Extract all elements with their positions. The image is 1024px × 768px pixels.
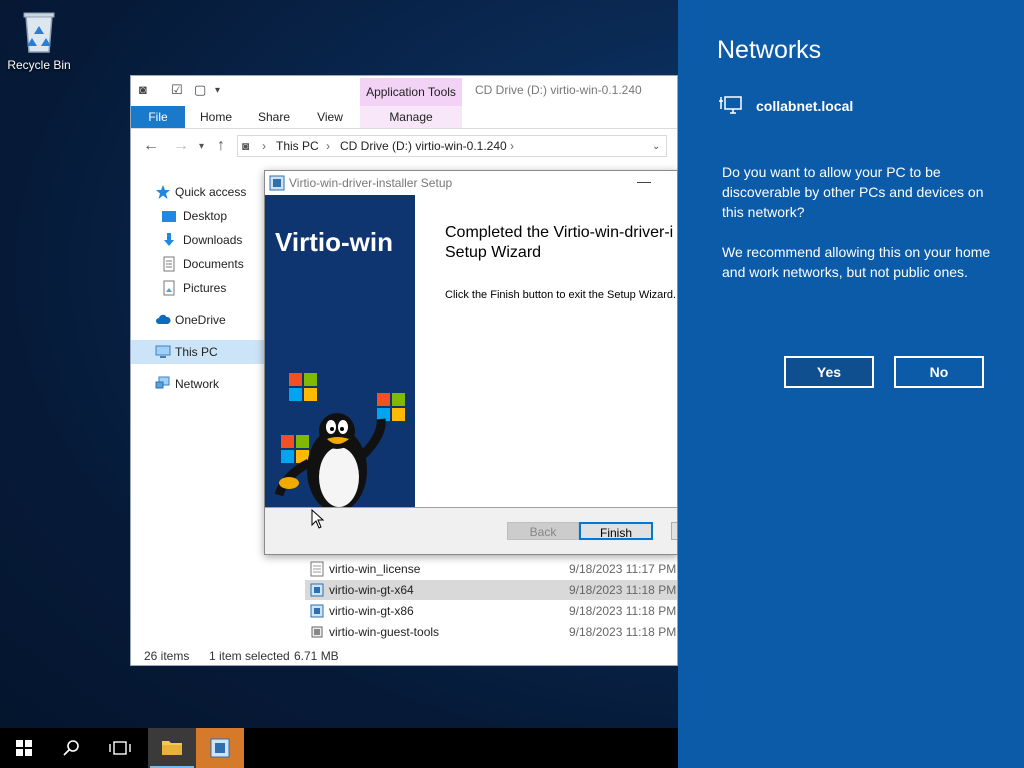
tab-manage[interactable]: Manage: [360, 106, 462, 128]
text-file-icon: [310, 561, 324, 577]
minimize-icon[interactable]: —: [637, 173, 651, 189]
recycle-bin[interactable]: Recycle Bin: [4, 6, 74, 72]
file-row-license[interactable]: virtio-win_license 9/18/2023 11:17 PM: [305, 559, 677, 579]
breadcrumb-separator-icon: ›: [262, 139, 266, 153]
address-bar[interactable]: ◙ › This PC › CD Drive (D:) virtio-win-0…: [237, 135, 667, 157]
window-title: CD Drive (D:) virtio-win-0.1.240: [475, 83, 642, 97]
recycle-bin-icon: [23, 12, 55, 53]
setup-wizard-dialog[interactable]: Virtio-win-driver-installer Setup — Virt…: [264, 170, 678, 555]
new-folder-icon[interactable]: ▢: [194, 82, 210, 98]
nav-quick-access[interactable]: Quick access: [131, 180, 265, 204]
task-view-button[interactable]: [96, 728, 144, 768]
installer-icon: [210, 738, 230, 758]
mouse-cursor-icon: [311, 509, 325, 529]
up-arrow-icon[interactable]: ↑: [217, 137, 225, 155]
file-explorer-taskbar-button[interactable]: [148, 728, 196, 768]
networks-flyout: Networks collabnet.local Do you want to …: [678, 0, 1024, 768]
discovery-question: Do you want to allow your PC to be disco…: [722, 164, 984, 220]
application-icon: [311, 626, 323, 638]
tab-share[interactable]: Share: [251, 106, 297, 128]
file-row-gt-x64[interactable]: virtio-win-gt-x64 9/18/2023 11:18 PM: [305, 580, 677, 600]
cancel-button[interactable]: [671, 522, 677, 540]
networks-title: Networks: [717, 36, 822, 64]
setup-heading: Completed the Virtio-win-driver-i Setup …: [445, 224, 674, 261]
address-dropdown-icon[interactable]: ⌄: [652, 141, 660, 152]
discovery-recommendation: We recommend allowing this on your home …: [722, 244, 991, 280]
network-icon: [155, 376, 170, 389]
customize-toolbar-icon[interactable]: ▾: [215, 85, 231, 101]
star-icon: [156, 185, 170, 199]
search-button[interactable]: [48, 728, 96, 768]
setup-content: Completed the Virtio-win-driver-i Setup …: [415, 195, 677, 507]
breadcrumb-separator-icon: ›: [510, 139, 514, 153]
nav-this-pc[interactable]: This PC: [131, 340, 265, 364]
nav-downloads[interactable]: Downloads: [131, 228, 265, 252]
document-icon: [163, 256, 175, 272]
properties-icon[interactable]: ☑: [171, 82, 187, 98]
yes-button[interactable]: Yes: [784, 356, 874, 388]
forward-arrow-icon[interactable]: →: [173, 137, 189, 155]
setup-taskbar-button[interactable]: [196, 728, 244, 768]
drive-icon[interactable]: ◙: [139, 82, 155, 98]
address-row: ← → ▾ ↑ ◙ › This PC › CD Drive (D:) virt…: [131, 132, 677, 160]
installer-icon: [310, 583, 324, 597]
drive-small-icon: ◙: [242, 139, 250, 153]
tab-file[interactable]: File: [131, 106, 185, 128]
status-selected: 1 item selected: [209, 649, 290, 663]
setup-body-text: Click the Finish button to exit the Setu…: [445, 289, 677, 301]
back-arrow-icon[interactable]: ←: [143, 137, 159, 155]
folder-icon: [162, 741, 182, 755]
file-row-gt-x86[interactable]: virtio-win-gt-x86 9/18/2023 11:18 PM: [305, 601, 677, 621]
breadcrumb-this-pc[interactable]: This PC: [276, 139, 319, 153]
no-button[interactable]: No: [894, 356, 984, 388]
status-bar: 26 items 1 item selected 6.71 MB: [131, 646, 677, 665]
status-size: 6.71 MB: [294, 649, 339, 663]
banner-text: Virtio-win: [275, 227, 393, 257]
setup-banner: Virtio-win: [265, 195, 415, 507]
setup-title-bar[interactable]: Virtio-win-driver-installer Setup —: [265, 171, 677, 195]
setup-title: Virtio-win-driver-installer Setup: [289, 176, 453, 190]
network-name: collabnet.local: [756, 98, 854, 114]
back-button[interactable]: Back: [507, 522, 579, 540]
status-item-count: 26 items: [144, 649, 190, 663]
tab-home[interactable]: Home: [193, 106, 239, 128]
download-icon: [164, 233, 174, 246]
setup-footer: Back Finish: [265, 507, 677, 554]
quick-access-toolbar: ◙ ☑ ▢ ▾ Application Tools CD Drive (D:) …: [131, 76, 677, 106]
ribbon-tabs: File Home Share View Manage: [131, 106, 677, 129]
nav-onedrive[interactable]: OneDrive: [131, 308, 265, 332]
finish-button[interactable]: Finish: [579, 522, 653, 540]
nav-network[interactable]: Network: [131, 372, 265, 396]
installer-icon: [310, 604, 324, 618]
application-tools-header: Application Tools: [360, 78, 462, 106]
tab-view[interactable]: View: [307, 106, 353, 128]
desktop-folder-icon: [162, 211, 176, 222]
nav-documents[interactable]: Documents: [131, 252, 265, 276]
recent-locations-icon[interactable]: ▾: [199, 141, 204, 152]
penguin-mascot-icon: [274, 373, 405, 507]
taskbar: [0, 728, 678, 768]
file-row-guest-tools[interactable]: virtio-win-guest-tools 9/18/2023 11:18 P…: [305, 622, 677, 642]
cloud-icon: [156, 314, 171, 324]
task-view-icon: [109, 741, 131, 755]
nav-desktop[interactable]: Desktop: [131, 204, 265, 228]
start-button[interactable]: [0, 728, 48, 768]
breadcrumb-separator-icon: ›: [326, 139, 330, 153]
picture-icon: [163, 280, 175, 296]
breadcrumb-cd-drive[interactable]: CD Drive (D:) virtio-win-0.1.240: [340, 139, 507, 153]
nav-pictures[interactable]: Pictures: [131, 276, 265, 300]
ethernet-network-icon: [719, 96, 742, 114]
computer-icon: [155, 345, 171, 358]
recycle-bin-label: Recycle Bin: [7, 58, 71, 72]
navigation-pane: Quick access Desktop Downloads Documents…: [131, 172, 265, 642]
search-icon: [63, 740, 79, 756]
installer-icon: [269, 175, 285, 191]
windows-logo-icon: [16, 740, 32, 756]
